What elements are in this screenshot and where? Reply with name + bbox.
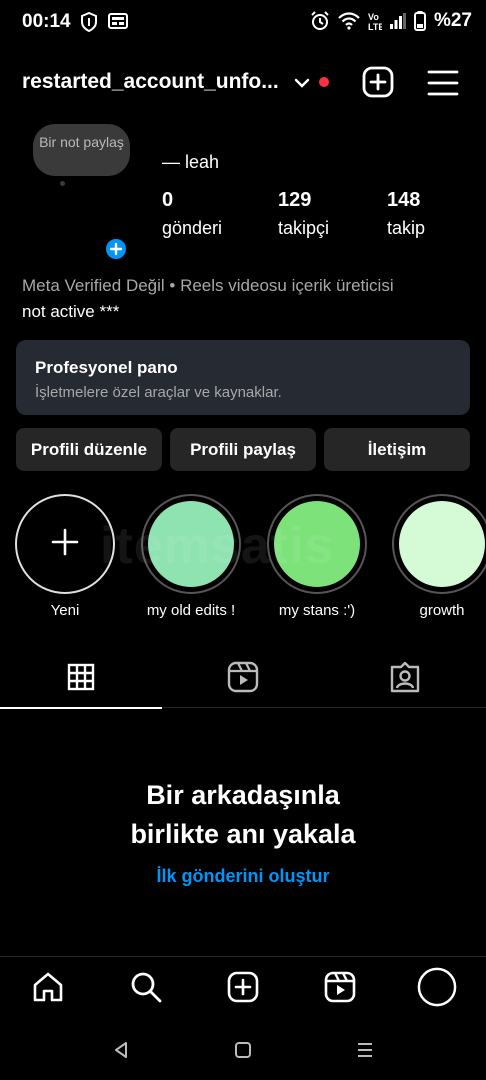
- tab-reels[interactable]: [162, 650, 324, 708]
- svg-text:Vo: Vo: [368, 12, 379, 22]
- highlight-item[interactable]: my old edits !: [139, 494, 243, 619]
- home-icon[interactable]: [28, 967, 68, 1007]
- stat-followers[interactable]: 129 takipçi: [278, 189, 329, 239]
- highlight-new[interactable]: Yeni: [13, 494, 117, 619]
- note-tail: [60, 181, 65, 186]
- username[interactable]: restarted_account_unfo...: [22, 70, 279, 94]
- stat-following[interactable]: 148 takip: [387, 189, 425, 239]
- stat-posts[interactable]: 0 gönderi: [162, 189, 222, 239]
- bio-category: Meta Verified Değil • Reels videosu içer…: [22, 276, 394, 295]
- menu-icon[interactable]: [427, 69, 459, 102]
- stat-label: takip: [387, 218, 426, 238]
- pro-dashboard-title: Profesyonel pano: [35, 358, 178, 377]
- bottom-navigation: [0, 956, 486, 1018]
- empty-state-line-1: Bir arkadaşınla: [146, 780, 340, 810]
- add-icon[interactable]: [361, 65, 395, 104]
- note-text: Bir not paylaş: [39, 134, 124, 150]
- empty-state-title: Bir arkadaşınla birlikte anı yakala: [0, 776, 486, 854]
- signal-icon: [389, 13, 406, 29]
- news-icon: [108, 12, 128, 37]
- highlight-ring: [141, 494, 241, 594]
- professional-dashboard-card[interactable]: Profesyonel pano İşletmelere özel araçla…: [16, 340, 470, 415]
- wifi-icon: [338, 12, 360, 30]
- stat-value: 148: [387, 189, 421, 211]
- alarm-icon: [310, 11, 330, 31]
- bio-text: not active ***: [22, 302, 120, 321]
- back-icon[interactable]: [107, 1036, 135, 1064]
- highlight-label: growth: [419, 602, 465, 619]
- highlight-item[interactable]: growth: [390, 494, 486, 619]
- plus-icon: [50, 527, 80, 562]
- highlight-ring: [392, 494, 486, 594]
- highlight-ring: [267, 494, 367, 594]
- profile-tabs: [0, 650, 486, 709]
- stat-value: 129: [278, 189, 312, 211]
- display-name: — leah: [162, 152, 220, 172]
- highlight-label: Yeni: [50, 602, 80, 619]
- profile-icon[interactable]: [417, 967, 457, 1007]
- profile-header: restarted_account_unfo...: [0, 60, 486, 106]
- contact-button[interactable]: İletişim: [324, 428, 470, 471]
- reels-icon: [227, 661, 259, 698]
- system-navigation: [0, 1020, 486, 1080]
- create-first-post-link[interactable]: İlk gönderini oluştur: [0, 866, 486, 887]
- notification-dot: [319, 77, 329, 87]
- stat-value: 0: [162, 189, 174, 211]
- home-button-icon[interactable]: [229, 1036, 257, 1064]
- status-time: 00:14: [22, 11, 71, 32]
- reels-icon[interactable]: [320, 967, 360, 1007]
- highlight-item[interactable]: my stans :'): [265, 494, 369, 619]
- highlight-label: my stans :'): [278, 602, 356, 619]
- shield-icon: [80, 11, 98, 37]
- highlight-cover: [399, 501, 485, 587]
- tab-grid[interactable]: [0, 650, 162, 709]
- edit-profile-button[interactable]: Profili düzenle: [16, 428, 162, 471]
- recent-apps-icon[interactable]: [351, 1036, 379, 1064]
- stat-label: gönderi: [162, 218, 223, 238]
- empty-state-line-2: birlikte anı yakala: [130, 819, 356, 849]
- highlight-label: my old edits !: [146, 602, 236, 619]
- highlight-cover: [274, 501, 360, 587]
- search-icon[interactable]: [126, 967, 166, 1007]
- stat-label: takipçi: [278, 218, 330, 238]
- avatar[interactable]: Bir not paylaş: [16, 118, 136, 262]
- tab-tagged[interactable]: [324, 650, 486, 708]
- share-profile-button[interactable]: Profili paylaş: [170, 428, 316, 471]
- battery-icon: [413, 11, 426, 31]
- highlight-ring: [15, 494, 115, 594]
- chevron-down-icon[interactable]: [293, 74, 311, 97]
- svg-text:LTE: LTE: [368, 22, 382, 31]
- note-bubble[interactable]: Bir not paylaş: [33, 124, 130, 176]
- battery-percent: %27: [433, 10, 472, 31]
- status-bar: 00:14 Vo LTE %27: [0, 0, 486, 44]
- add-story-icon[interactable]: [103, 236, 129, 262]
- tagged-icon: [389, 661, 421, 698]
- create-icon[interactable]: [223, 967, 263, 1007]
- highlight-cover: [148, 501, 234, 587]
- pro-dashboard-subtitle: İşletmelere özel araçlar ve kaynaklar.: [35, 384, 282, 401]
- grid-icon: [67, 663, 95, 696]
- volte-icon: Vo LTE: [368, 11, 382, 31]
